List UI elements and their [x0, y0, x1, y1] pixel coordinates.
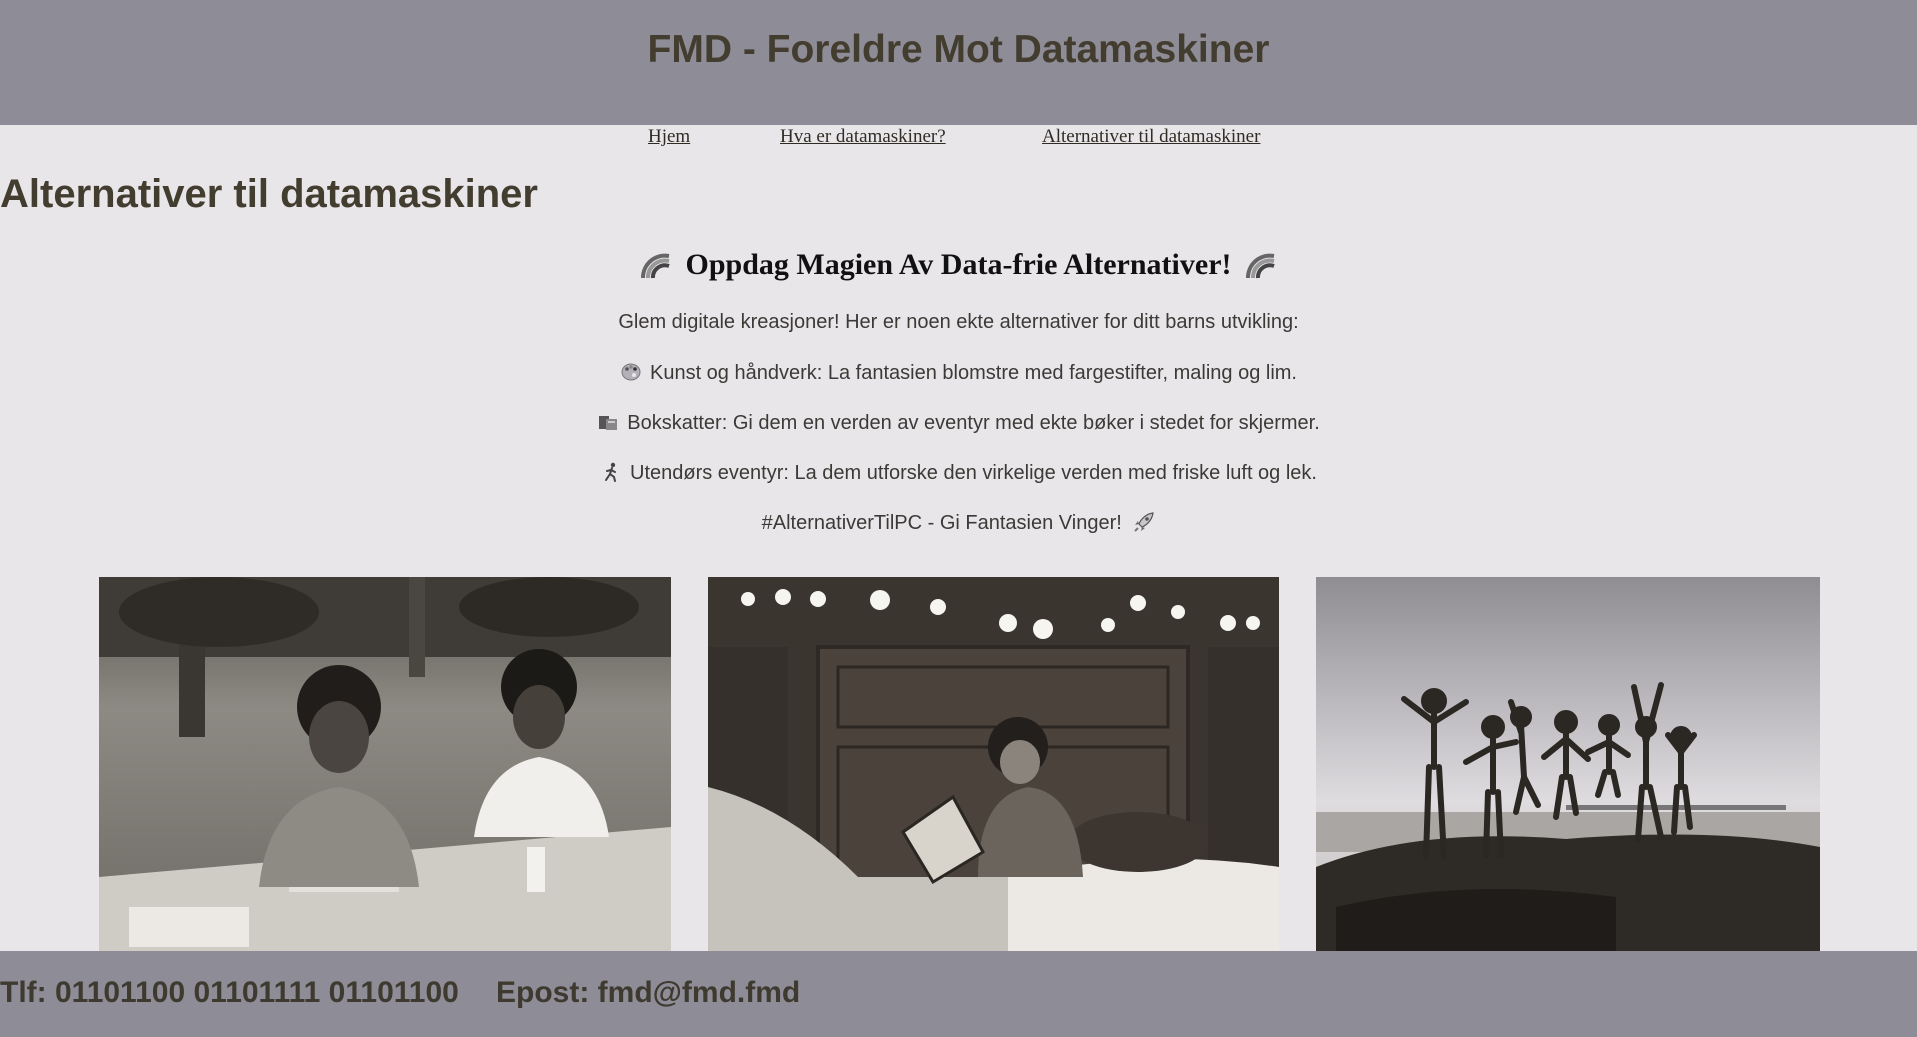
children-drawing-photo	[99, 577, 671, 951]
site-footer: Tlf: 01101100 01101111 01101100 Epost: f…	[0, 951, 1917, 1037]
rainbow-icon	[1244, 250, 1278, 280]
running-person-icon	[600, 461, 622, 483]
rocket-icon	[1133, 511, 1155, 533]
list-item: Bokskatter: Gi dem en verden av eventyr …	[0, 411, 1917, 435]
promo-title-row: Oppdag Magien Av Data-frie Alternativer!	[0, 248, 1917, 282]
site-title: FMD - Foreldre Mot Datamaskiner	[647, 28, 1270, 71]
list-item-text: Utendørs eventyr: La dem utforske den vi…	[630, 462, 1317, 484]
promo-title: Oppdag Magien Av Data-frie Alternativer!	[685, 248, 1232, 281]
child-reading-photo	[708, 577, 1279, 951]
main-nav: Hjem Hva er datamaskiner? Alternativer t…	[0, 125, 1917, 155]
footer-phone: Tlf: 01101100 01101111 01101100	[0, 976, 459, 1009]
children-jumping-photo	[1316, 577, 1820, 951]
site-header: FMD - Foreldre Mot Datamaskiner	[0, 0, 1917, 125]
rainbow-icon	[639, 250, 673, 280]
tagline-text: #AlternativerTilPC - Gi Fantasien Vinger…	[761, 512, 1122, 534]
list-item-text: Kunst og håndverk: La fantasien blomstre…	[649, 362, 1297, 384]
promo-intro-text: Glem digitale kreasjoner! Her er noen ek…	[618, 311, 1299, 333]
nav-link-what-are-computers[interactable]: Hva er datamaskiner?	[780, 125, 946, 149]
page-heading: Alternativer til datamaskiner	[0, 172, 538, 216]
nav-link-alternatives[interactable]: Alternativer til datamaskiner	[1042, 125, 1260, 149]
promo-intro: Glem digitale kreasjoner! Her er noen ek…	[0, 311, 1917, 334]
nav-link-home[interactable]: Hjem	[648, 125, 690, 149]
list-item: Utendørs eventyr: La dem utforske den vi…	[0, 461, 1917, 485]
books-icon	[597, 411, 619, 433]
list-item: Kunst og håndverk: La fantasien blomstre…	[0, 361, 1917, 385]
promo-tagline: #AlternativerTilPC - Gi Fantasien Vinger…	[0, 511, 1917, 535]
palette-icon	[620, 361, 642, 383]
footer-email: Epost: fmd@fmd.fmd	[496, 976, 801, 1009]
list-item-text: Bokskatter: Gi dem en verden av eventyr …	[627, 412, 1320, 434]
